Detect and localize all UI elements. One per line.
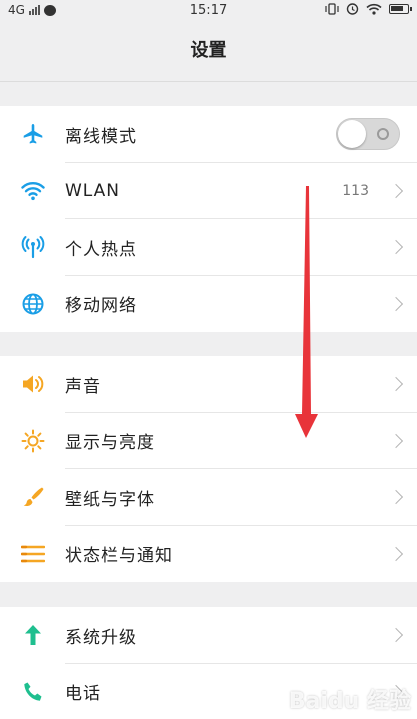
wifi-icon	[20, 178, 46, 204]
up-arrow-icon	[20, 622, 46, 648]
brush-icon	[20, 484, 46, 510]
airplane-icon	[20, 121, 46, 147]
setting-label: 状态栏与通知	[65, 546, 173, 567]
chevron-right-icon	[388, 183, 404, 198]
chevron-right-icon	[388, 240, 404, 255]
wlan-value: 113	[342, 182, 369, 199]
sun-icon	[20, 428, 46, 454]
setting-sound[interactable]: 声音	[0, 356, 417, 413]
setting-label: WLAN	[65, 180, 121, 201]
setting-label: 个人热点	[65, 239, 137, 260]
setting-label: 声音	[65, 376, 101, 397]
setting-mobile-network[interactable]: 移动网络	[0, 276, 417, 333]
setting-label: 电话	[65, 684, 101, 705]
chevron-right-icon	[388, 433, 404, 448]
setting-label: 移动网络	[65, 296, 137, 317]
speaker-icon	[20, 371, 46, 397]
status-bar: 4G 15:17	[0, 0, 417, 22]
phone-icon	[20, 679, 46, 705]
setting-system-update[interactable]: 系统升级	[0, 607, 417, 664]
globe-icon	[20, 291, 46, 317]
chevron-right-icon	[388, 490, 404, 505]
setting-wallpaper-font[interactable]: 壁纸与字体	[0, 469, 417, 526]
battery-icon	[389, 3, 412, 14]
list-icon	[20, 541, 46, 567]
setting-wlan[interactable]: WLAN 113	[0, 163, 417, 219]
chevron-right-icon	[388, 296, 404, 311]
airplane-mode-toggle[interactable]	[336, 118, 400, 151]
settings-group-display: 声音 显示与亮度 壁纸与字体 状态栏与通知	[0, 356, 417, 582]
page-title: 设置	[0, 22, 417, 82]
setting-label: 系统升级	[65, 627, 137, 648]
setting-label: 壁纸与字体	[65, 489, 155, 510]
alarm-icon	[346, 3, 359, 15]
setting-hotspot[interactable]: 个人热点	[0, 219, 417, 276]
toggle-knob	[338, 120, 366, 149]
toggle-off-indicator	[377, 128, 389, 141]
vibrate-icon	[325, 2, 339, 15]
watermark: Baidu 经验	[288, 689, 411, 714]
setting-label: 显示与亮度	[65, 433, 155, 454]
setting-label: 离线模式	[65, 126, 137, 147]
chevron-right-icon	[388, 377, 404, 392]
setting-display-brightness[interactable]: 显示与亮度	[0, 413, 417, 469]
hotspot-icon	[20, 234, 46, 260]
chevron-right-icon	[388, 546, 404, 561]
chevron-right-icon	[388, 628, 404, 643]
settings-group-connectivity: 离线模式 WLAN 113 个人热点 移动网络	[0, 106, 417, 332]
setting-airplane-mode[interactable]: 离线模式	[0, 106, 417, 163]
setting-statusbar-notifications[interactable]: 状态栏与通知	[0, 526, 417, 583]
wifi-status-icon	[366, 3, 382, 15]
